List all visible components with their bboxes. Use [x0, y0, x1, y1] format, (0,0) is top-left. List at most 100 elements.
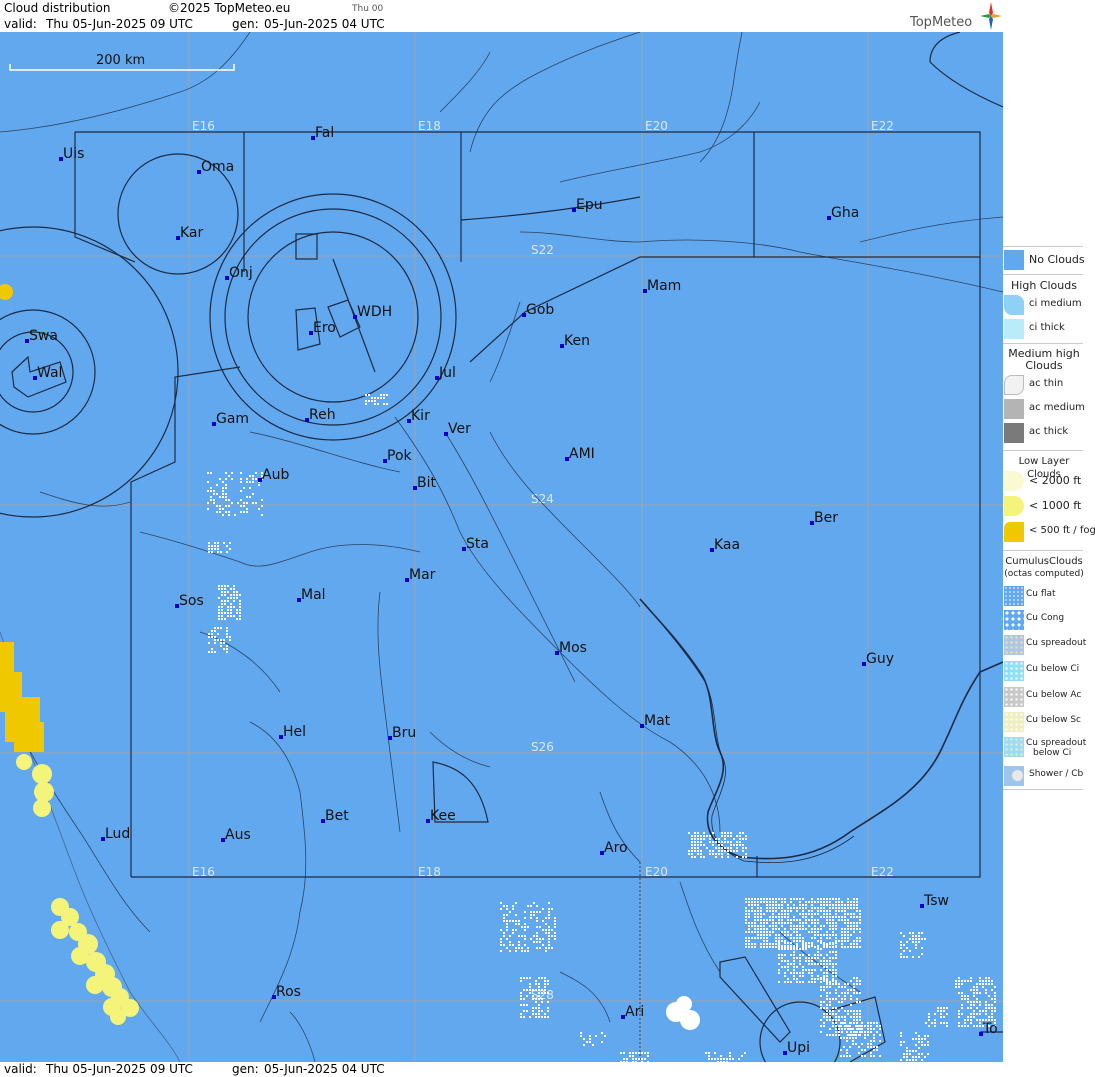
compass-icon — [980, 2, 1002, 30]
place-label: Ken — [564, 333, 590, 349]
legend-label: ac medium — [1029, 402, 1085, 413]
legend-label: Cu Cong — [1026, 613, 1065, 623]
place-jul[interactable]: Jul — [435, 365, 456, 381]
place-label: Mal — [301, 587, 326, 603]
legend-cu-below-sc: Cu below Sc — [1003, 711, 1087, 733]
place-wal[interactable]: Wal — [33, 365, 62, 381]
place-hel[interactable]: Hel — [279, 724, 306, 740]
place-label: To — [982, 1021, 998, 1037]
place-label: Hel — [283, 724, 306, 740]
place-guy[interactable]: Guy — [862, 651, 894, 667]
place-aro[interactable]: Aro — [600, 840, 628, 856]
valid-label: valid: — [4, 17, 37, 31]
place-mam[interactable]: Mam — [643, 278, 681, 294]
place-label: Sos — [179, 593, 204, 609]
place-gob[interactable]: Gob — [522, 302, 554, 318]
legend-cu-title: CumulusClouds — [1005, 556, 1083, 567]
ci-thick-swatch — [1004, 319, 1024, 339]
place-kar[interactable]: Kar — [176, 225, 204, 241]
place-mat[interactable]: Mat — [640, 713, 671, 729]
cu-spreadout-below-ci-swatch — [1004, 737, 1024, 757]
map-canvas[interactable]: E16 E18 E20 E22 E16 E18 E20 E22 S22 S24 … — [0, 32, 1003, 1062]
shower-cell — [680, 1010, 700, 1030]
place-reh[interactable]: Reh — [305, 407, 336, 423]
ac-thin-swatch — [1004, 375, 1024, 395]
place-wdh[interactable]: WDH — [353, 304, 392, 320]
legend-shower-cb: Shower / Cb — [1003, 765, 1087, 787]
gen-label: gen: — [232, 17, 259, 31]
place-gam[interactable]: Gam — [212, 411, 249, 427]
place-label: Aus — [225, 827, 251, 843]
place-mar[interactable]: Mar — [405, 567, 436, 583]
place-pok[interactable]: Pok — [383, 448, 413, 464]
place-label: Tsw — [923, 893, 949, 909]
place-ero[interactable]: Ero — [309, 320, 336, 336]
place-epu[interactable]: Epu — [572, 197, 603, 213]
place-ros[interactable]: Ros — [272, 984, 301, 1000]
place-label: Ari — [625, 1004, 644, 1020]
place-gha[interactable]: Gha — [827, 205, 859, 221]
place-label: Guy — [866, 651, 894, 667]
place-mos[interactable]: Mos — [555, 640, 587, 656]
legend-low-500: < 500 ft / fog — [1003, 521, 1095, 543]
place-upi[interactable]: Upi — [783, 1040, 810, 1056]
place-label: Reh — [309, 407, 336, 423]
place-aub[interactable]: Aub — [258, 467, 289, 483]
place-label: Bet — [325, 808, 349, 824]
place-label: Sta — [466, 536, 489, 552]
ci-medium-swatch — [1004, 295, 1024, 315]
place-onj[interactable]: Onj — [225, 265, 253, 281]
place-label: Kee — [430, 808, 456, 824]
place-kee[interactable]: Kee — [426, 808, 456, 824]
place-ami[interactable]: AMI — [565, 446, 595, 462]
place-sta[interactable]: Sta — [462, 536, 489, 552]
legend-cu-spreadout-below-ci: Cu spreadout below Ci — [1003, 736, 1087, 758]
map-header: Cloud distribution ©2025 TopMeteo.eu Thu… — [0, 0, 1003, 32]
place-tsw[interactable]: Tsw — [920, 893, 949, 909]
place-sos[interactable]: Sos — [175, 593, 204, 609]
lat-label: S22 — [531, 243, 554, 257]
legend-no-clouds: No Clouds — [1003, 249, 1087, 271]
place-label: Kir — [411, 408, 430, 424]
cloud-map[interactable]: E16 E18 E20 E22 E16 E18 E20 E22 S22 S24 … — [0, 32, 1003, 1062]
legend-label: < 2000 ft — [1029, 474, 1082, 487]
lon-label: E16 — [192, 119, 215, 133]
ac-thick-swatch — [1004, 423, 1024, 443]
ac-medium-swatch — [1004, 399, 1024, 419]
place-ber[interactable]: Ber — [810, 510, 838, 526]
legend-label: ac thick — [1029, 426, 1069, 437]
legend-label: Cu flat — [1026, 589, 1056, 599]
footer-valid-label: valid: — [4, 1062, 37, 1076]
legend-panel: No Clouds High Clouds ci medium ci thick… — [1003, 0, 1095, 1077]
place-ver[interactable]: Ver — [444, 421, 471, 437]
place-bit[interactable]: Bit — [413, 475, 436, 491]
place-label: Gam — [216, 411, 249, 427]
place-label: Ros — [276, 984, 301, 1000]
place-uis[interactable]: Uis — [59, 146, 84, 162]
place-bet[interactable]: Bet — [321, 808, 349, 824]
place-oma[interactable]: Oma — [197, 159, 234, 175]
place-swa[interactable]: Swa — [25, 328, 58, 344]
place-label: Lud — [105, 826, 130, 842]
place-label: Upi — [787, 1040, 810, 1056]
place-ari[interactable]: Ari — [621, 1004, 644, 1020]
legend-low-2000: < 2000 ft — [1003, 470, 1087, 492]
place-kir[interactable]: Kir — [407, 408, 430, 424]
place-ken[interactable]: Ken — [560, 333, 590, 349]
place-label: Gob — [526, 302, 554, 318]
place-kaa[interactable]: Kaa — [710, 537, 740, 553]
no-clouds-area — [0, 32, 1003, 1062]
place-lud[interactable]: Lud — [101, 826, 130, 842]
map-title: Cloud distribution — [4, 1, 111, 15]
place-mal[interactable]: Mal — [297, 587, 326, 603]
legend-cu-spreadout: Cu spreadout — [1003, 634, 1087, 656]
place-aus[interactable]: Aus — [221, 827, 251, 843]
place-label: Mos — [559, 640, 587, 656]
place-label: Aro — [604, 840, 628, 856]
place-fal[interactable]: Fal — [311, 125, 334, 141]
legend-ac-thin: ac thin — [1003, 374, 1087, 396]
legend-medium-title-2: Clouds — [1025, 359, 1063, 372]
legend-cu-below-ci: Cu below Ci — [1003, 660, 1087, 682]
legend-label: ci thick — [1029, 322, 1065, 333]
place-bru[interactable]: Bru — [388, 725, 416, 741]
